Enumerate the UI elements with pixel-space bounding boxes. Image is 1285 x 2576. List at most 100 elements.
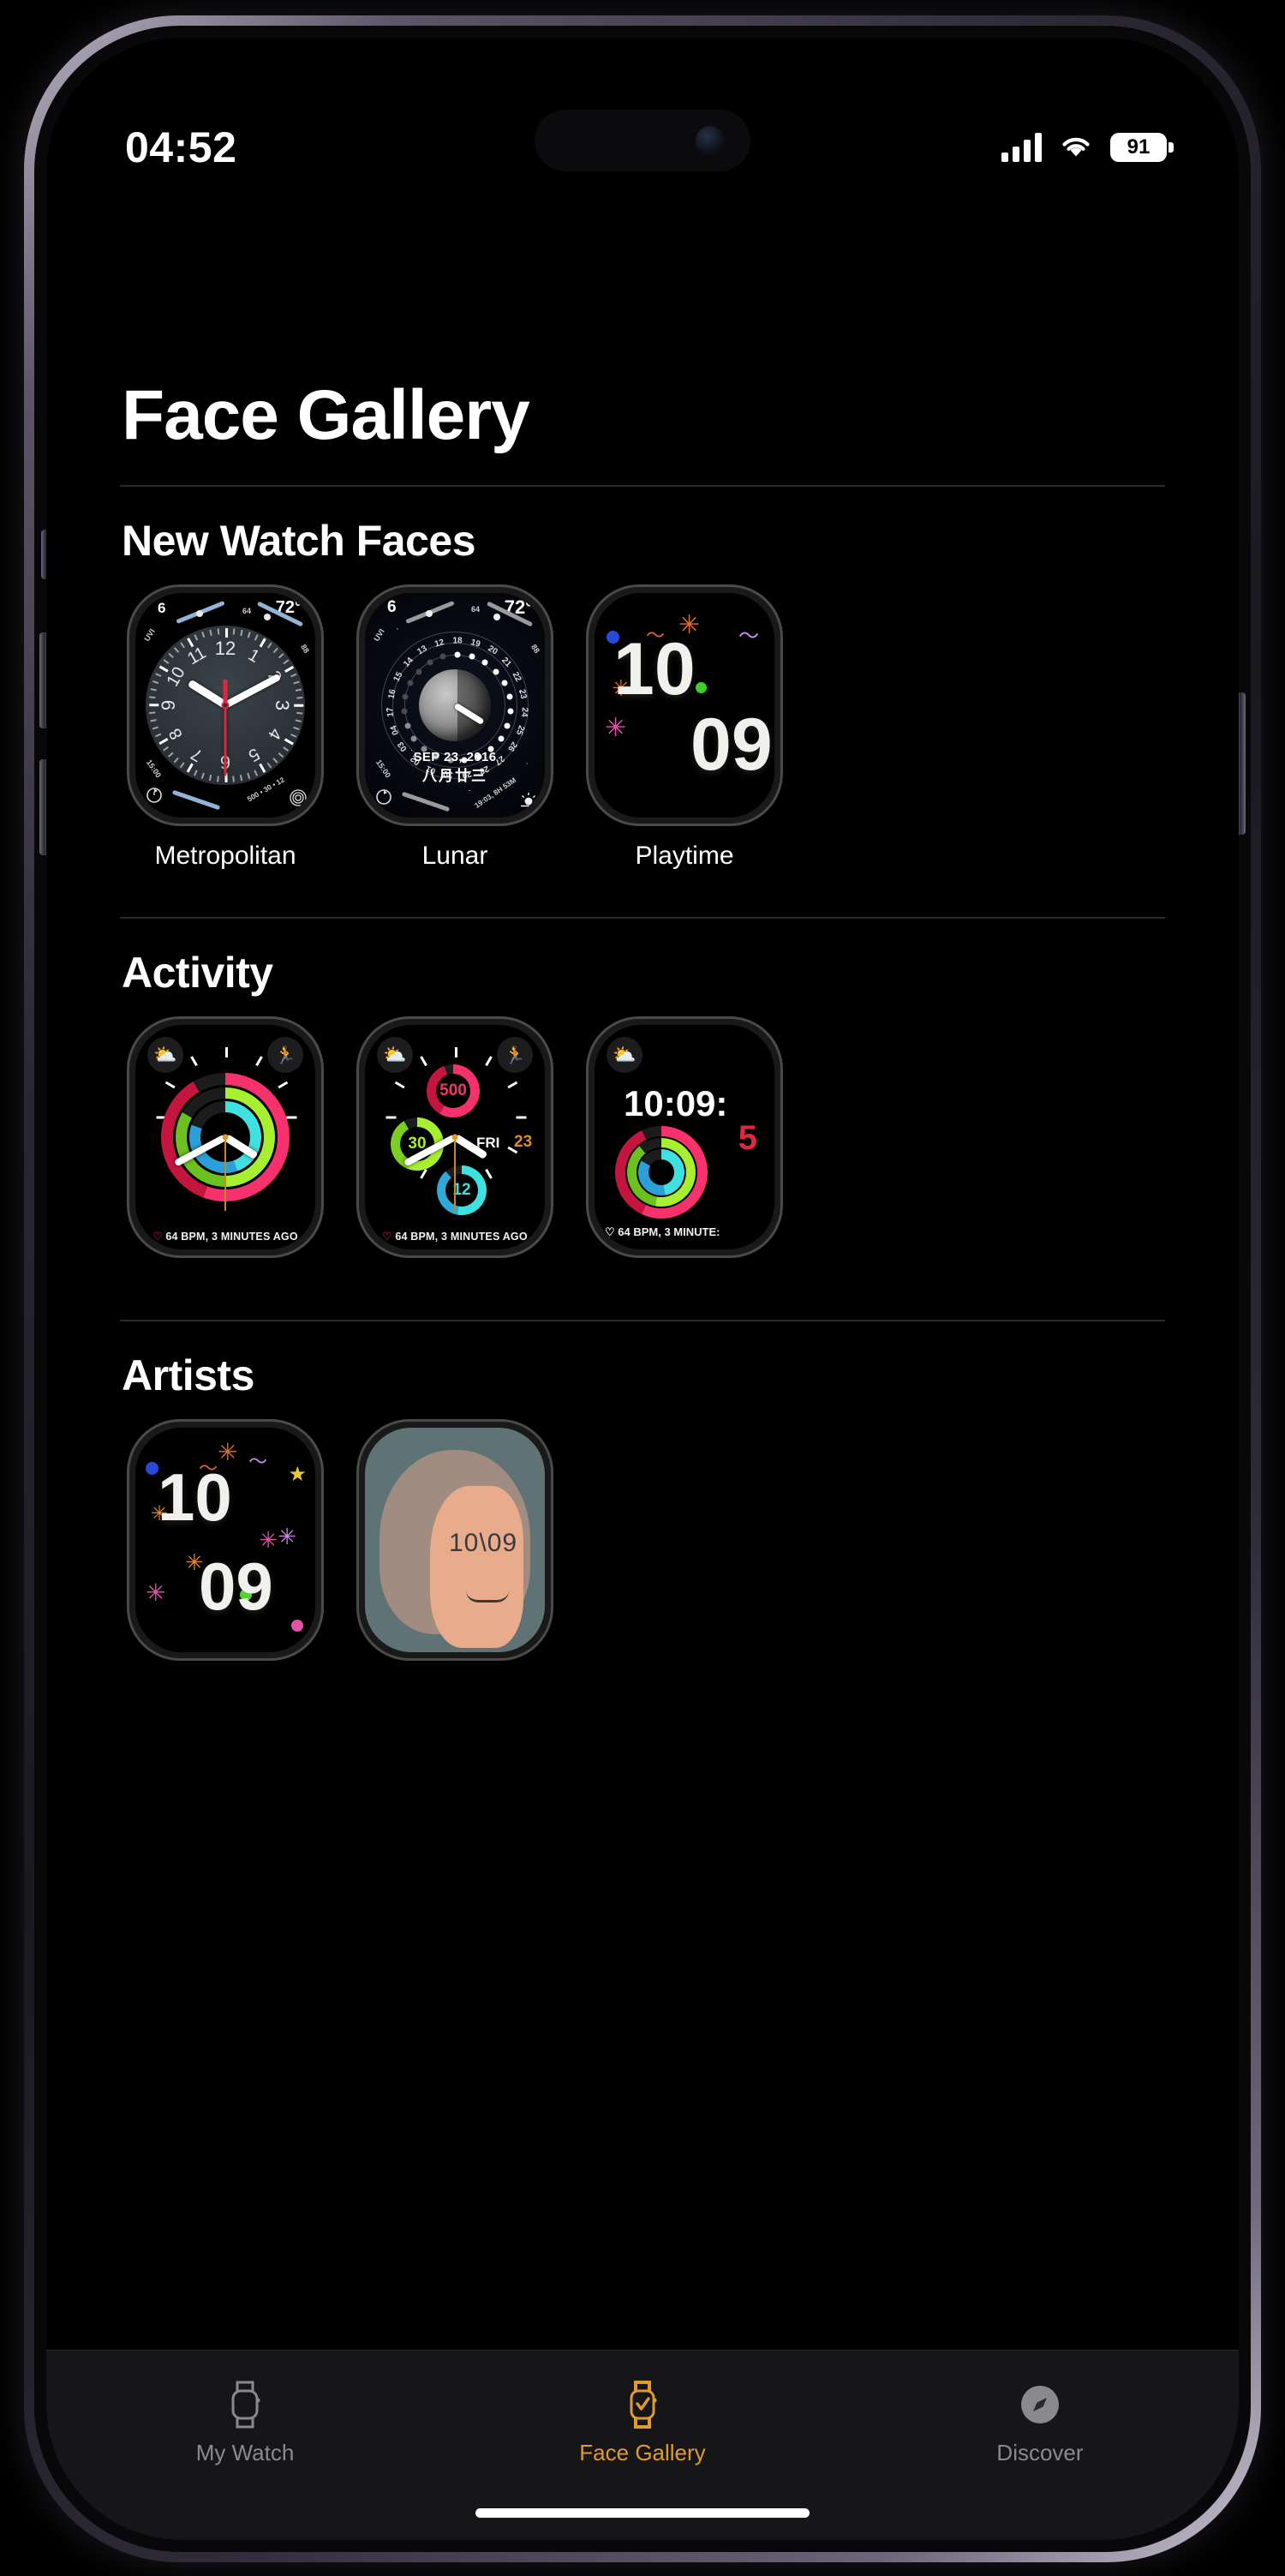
tab-my-watch[interactable]: My Watch	[142, 2373, 348, 2466]
watch-preview-activity-analog[interactable]: ⛅ 🏃 ♡ 64 BPM, 3 MINUTES AGO	[127, 1016, 324, 1258]
heart-icon: ♡	[605, 1225, 615, 1238]
activity-rings-icon	[290, 789, 307, 806]
section-title-new-watch-faces: New Watch Faces	[122, 517, 476, 565]
face-row-activity[interactable]: ⛅ 🏃 ♡ 64 BPM, 3 MINUTES AGO ⛅ 🏃 500 30 1…	[46, 1016, 1239, 1273]
uv-arc-marker	[196, 610, 203, 617]
face-card-activity-analog[interactable]: ⛅ 🏃 ♡ 64 BPM, 3 MINUTES AGO	[127, 1016, 324, 1273]
portrait-face	[429, 1486, 523, 1648]
iphone-device-frame: 04:52 91 Face Gallery New Watch Faces 6 …	[24, 15, 1261, 2562]
heart-icon: ♡	[382, 1231, 392, 1243]
watch-preview-activity-rings[interactable]: ⛅ 🏃 500 30 12 FRI 23 ♡ 64 BPM, 3 MINUTES…	[356, 1016, 553, 1258]
moon-phase-dot	[501, 680, 508, 686]
hour-numeral: 12	[214, 638, 236, 659]
portrait-time: 10\09	[449, 1529, 518, 1557]
moon-phase-dot	[407, 680, 414, 686]
playtime-hour: 10	[613, 628, 696, 710]
face-card-activity-digital[interactable]: ⛅ 10:09: 5 ♡ 64 BPM, 3 MINUTE:	[586, 1016, 783, 1273]
decor-dot-blue	[146, 1462, 158, 1475]
hour-numeral: 9	[158, 699, 179, 711]
page-title: Face Gallery	[122, 376, 530, 454]
portrait-mouth	[466, 1591, 509, 1603]
playtime-minute: 09	[690, 704, 773, 786]
digital-seconds: 5	[738, 1119, 757, 1157]
watch-preview-lunar[interactable]: 6 UVI 72° 64 88 15:00 19:03, 8H 53M 18 1…	[356, 584, 553, 826]
face-card-lunar[interactable]: 6 UVI 72° 64 88 15:00 19:03, 8H 53M 18 1…	[356, 584, 553, 871]
decor-dot-pink	[291, 1620, 303, 1632]
face-row-new-watch-faces[interactable]: 6 UVI 72° 64 88 15:00 500 • 30 • 12 12 1…	[46, 584, 1239, 871]
calendar-day: 17	[386, 707, 397, 718]
uv-value: 6	[387, 598, 397, 616]
watch-preview-activity-digital[interactable]: ⛅ 10:09: 5 ♡ 64 BPM, 3 MINUTE:	[586, 1016, 783, 1258]
tab-face-gallery[interactable]: Face Gallery	[540, 2373, 745, 2466]
scroll-content[interactable]: Face Gallery New Watch Faces 6 UVI 72° 6…	[46, 209, 1239, 2540]
watch-icon	[142, 2373, 348, 2436]
moon-phase-dot	[402, 693, 409, 700]
second-hand	[224, 705, 227, 776]
calendar-day: 24	[518, 707, 529, 718]
sunset-icon	[521, 793, 536, 807]
decor-squiggle-purple: 〜	[738, 625, 759, 648]
digital-time: 10:09:	[624, 1083, 728, 1123]
battery-icon: 91	[1110, 133, 1174, 162]
wifi-icon	[1062, 137, 1090, 157]
second-hand	[224, 1137, 226, 1211]
face-card-activity-rings[interactable]: ⛅ 🏃 500 30 12 FRI 23 ♡ 64 BPM, 3 MINUTES…	[356, 1016, 553, 1273]
partly-cloudy-icon: ⛅	[607, 1037, 642, 1073]
calendar-day: 16	[386, 688, 398, 700]
watch-preview-artists-playtime[interactable]: ✳ ✳ ✳ ✳ ✳ ★ ✳ 〜 〜 10 09	[127, 1419, 324, 1661]
cellular-bars-icon	[1001, 133, 1042, 162]
status-time: 04:52	[125, 123, 237, 171]
moon-phase-dot	[427, 659, 433, 666]
uv-arc-marker	[426, 610, 433, 617]
temp-arc-marker	[264, 614, 271, 620]
moon-phase-dot	[469, 653, 475, 660]
decor-star-purple: ✳	[278, 1524, 296, 1549]
battery-level: 91	[1127, 135, 1151, 159]
face-row-artists[interactable]: ✳ ✳ ✳ ✳ ✳ ★ ✳ 〜 〜 10 09 10\09	[46, 1419, 1239, 1676]
running-icon: 🏃	[267, 1037, 303, 1073]
watch-preview-metropolitan[interactable]: 6 UVI 72° 64 88 15:00 500 • 30 • 12 12 1…	[127, 584, 324, 826]
lunar-date: 八月廿三	[422, 768, 487, 784]
tab-discover[interactable]: Discover	[937, 2373, 1143, 2466]
temp-arc-marker	[493, 614, 500, 620]
watch-screen: ✳ ✳ ✳ 〜 〜 10 09	[595, 593, 774, 818]
moon-phase-dot	[507, 708, 514, 715]
hour-numeral: 3	[272, 699, 293, 711]
moon-phase-dot	[498, 735, 505, 742]
decor-star-pink: ✳	[605, 714, 627, 742]
watch-screen: ⛅ 🏃 500 30 12 FRI 23 ♡ 64 BPM, 3 MINUTES…	[365, 1025, 545, 1249]
temp-low: 64	[242, 607, 252, 615]
watch-screen: 6 UVI 72° 64 88 15:00	[365, 593, 545, 818]
face-card-metropolitan[interactable]: 6 UVI 72° 64 88 15:00 500 • 30 • 12 12 1…	[127, 584, 324, 871]
watch-check-icon	[540, 2373, 745, 2436]
heart-rate-text: ♡ 64 BPM, 3 MINUTES AGO	[152, 1231, 298, 1243]
moon-phase-dot	[410, 735, 417, 742]
decor-dot-green	[696, 682, 707, 693]
face-card-artists-playtime[interactable]: ✳ ✳ ✳ ✳ ✳ ★ ✳ 〜 〜 10 09	[127, 1419, 324, 1676]
moon-phase-dot	[481, 659, 488, 666]
move-ring: 500	[427, 1064, 480, 1117]
watch-screen: 10\09	[365, 1428, 545, 1652]
move-value: 500	[439, 1081, 467, 1099]
playtime-hour: 10	[158, 1459, 232, 1535]
home-indicator[interactable]	[475, 2508, 810, 2518]
second-hand	[454, 1137, 456, 1211]
face-card-playtime[interactable]: ✳ ✳ ✳ 〜 〜 10 09 Playtime	[586, 584, 783, 871]
heart-rate-text: ♡ 64 BPM, 3 MINUTE:	[605, 1225, 720, 1238]
watch-screen: ✳ ✳ ✳ ✳ ✳ ★ ✳ 〜 〜 10 09	[135, 1428, 315, 1652]
front-camera-icon	[696, 126, 725, 155]
watch-preview-artists-portrait[interactable]: 10\09	[356, 1419, 553, 1661]
face-card-artists-portrait[interactable]: 10\09	[356, 1419, 553, 1676]
heart-icon: ♡	[152, 1231, 163, 1243]
moon-phase-dot	[401, 708, 408, 715]
moon-phase-dot	[439, 653, 446, 660]
moon-phase-dot	[506, 693, 513, 700]
decor-squiggle-purple: 〜	[248, 1451, 267, 1472]
section-title-activity: Activity	[122, 949, 273, 997]
hand-pivot	[221, 701, 230, 710]
face-label: Metropolitan	[154, 842, 296, 870]
hand-pivot	[451, 1134, 458, 1141]
watch-preview-playtime[interactable]: ✳ ✳ ✳ 〜 〜 10 09	[586, 584, 783, 826]
tab-label: My Watch	[195, 2440, 295, 2465]
compass-icon	[937, 2373, 1143, 2436]
